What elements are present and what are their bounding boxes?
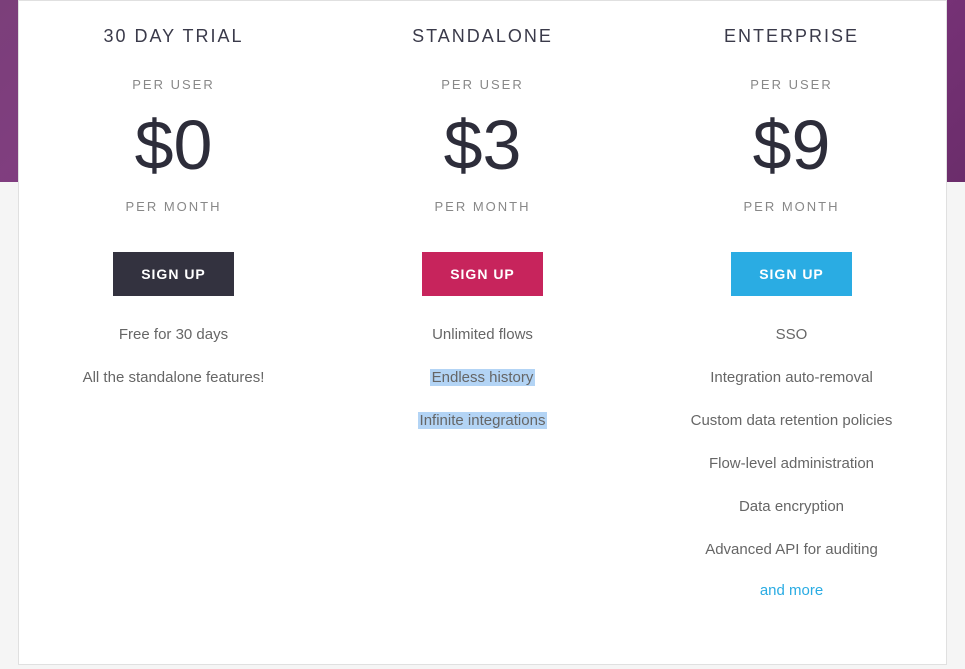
feature-item: Infinite integrations [343, 410, 622, 431]
feature-item: All the standalone features! [34, 367, 313, 388]
per-user-label: PER USER [34, 77, 313, 92]
plan-title: ENTERPRISE [652, 26, 931, 47]
plan-price: $3 [343, 100, 622, 191]
signup-button-trial[interactable]: SIGN UP [113, 252, 234, 296]
features-list: Unlimited flows Endless history Infinite… [343, 324, 622, 431]
feature-item: Flow-level administration [652, 453, 931, 474]
signup-button-enterprise[interactable]: SIGN UP [731, 252, 852, 296]
features-list: SSO Integration auto-removal Custom data… [652, 324, 931, 560]
pricing-card: 30 DAY TRIAL PER USER $0 PER MONTH SIGN … [18, 0, 947, 665]
plan-enterprise: ENTERPRISE PER USER $9 PER MONTH SIGN UP… [637, 1, 946, 664]
plan-title: 30 DAY TRIAL [34, 26, 313, 47]
per-month-label: PER MONTH [343, 199, 622, 214]
plan-price: $0 [34, 100, 313, 191]
feature-item: Data encryption [652, 496, 931, 517]
feature-item: Unlimited flows [343, 324, 622, 345]
feature-item: Integration auto-removal [652, 367, 931, 388]
plan-title: STANDALONE [343, 26, 622, 47]
feature-item: Free for 30 days [34, 324, 313, 345]
feature-item: Advanced API for auditing [652, 539, 931, 560]
feature-item: Custom data retention policies [652, 410, 931, 431]
per-user-label: PER USER [652, 77, 931, 92]
feature-item: SSO [652, 324, 931, 345]
and-more-link[interactable]: and more [652, 582, 931, 599]
per-month-label: PER MONTH [34, 199, 313, 214]
plan-price: $9 [652, 100, 931, 191]
plan-standalone: STANDALONE PER USER $3 PER MONTH SIGN UP… [328, 1, 637, 664]
signup-button-standalone[interactable]: SIGN UP [422, 252, 543, 296]
per-month-label: PER MONTH [652, 199, 931, 214]
plan-trial: 30 DAY TRIAL PER USER $0 PER MONTH SIGN … [19, 1, 328, 664]
feature-item: Endless history [343, 367, 622, 388]
features-list: Free for 30 days All the standalone feat… [34, 324, 313, 388]
per-user-label: PER USER [343, 77, 622, 92]
highlighted-text: Endless history [430, 369, 536, 386]
highlighted-text: Infinite integrations [418, 412, 548, 429]
